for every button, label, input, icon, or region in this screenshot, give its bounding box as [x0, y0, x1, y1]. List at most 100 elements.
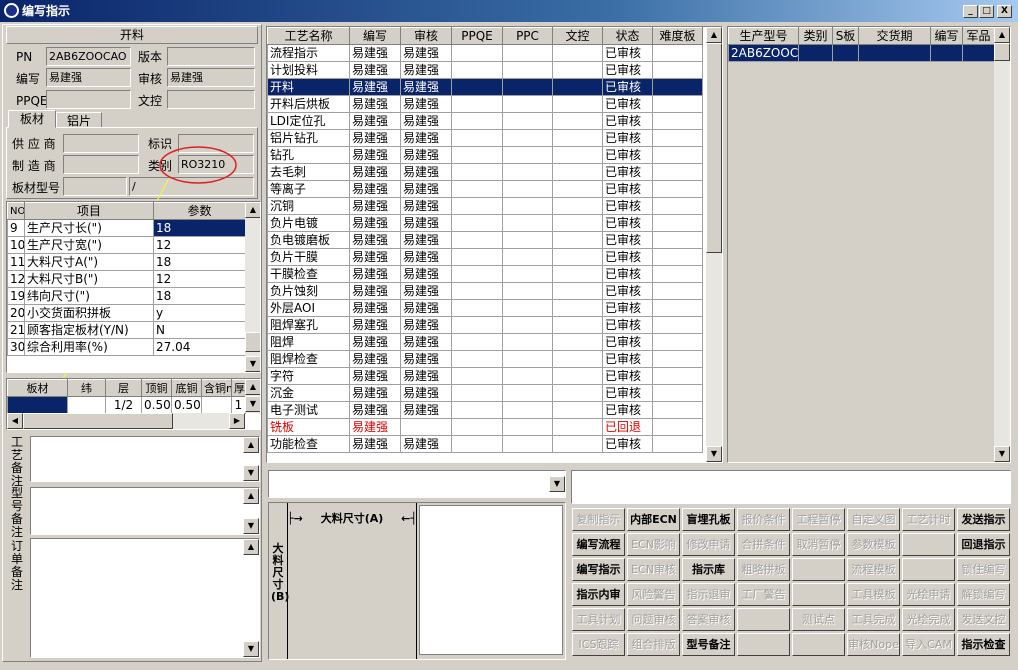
material-vscroll[interactable]: ▲ ▼	[245, 379, 260, 413]
process-row[interactable]: 钻孔 易建强 易建强 已审核	[267, 146, 703, 164]
action-button[interactable]: 发送文控	[957, 608, 1010, 631]
process-col-header[interactable]: 状态	[602, 27, 653, 45]
action-button[interactable]: 工艺计时	[902, 508, 955, 531]
material-col-header[interactable]: 厚	[231, 379, 246, 397]
action-button[interactable]: 指示库	[682, 558, 735, 581]
param-value[interactable]: 18	[153, 253, 246, 271]
process-combo[interactable]: ▼	[268, 470, 566, 498]
action-button[interactable]: 型号备注	[682, 633, 735, 656]
action-button[interactable]: ECN审核	[627, 558, 680, 581]
action-button[interactable]: 组合排版	[627, 633, 680, 656]
action-button[interactable]: 指示检查	[957, 633, 1010, 656]
action-button[interactable]: 工厂警告	[737, 583, 790, 606]
material-cell[interactable]: 1/2	[105, 396, 142, 414]
action-button[interactable]: 内部ECN	[627, 508, 680, 531]
material-cell[interactable]: 1	[231, 396, 246, 414]
order-remark-field[interactable]	[30, 538, 260, 658]
param-row[interactable]: 11 大料尺寸A(") 18	[7, 253, 246, 271]
action-button[interactable]: ECN影响	[627, 533, 680, 556]
chevron-down-icon[interactable]: ▼	[549, 476, 565, 492]
model-col-header[interactable]: 生产型号	[728, 27, 799, 45]
process-col-header[interactable]: 难度板	[652, 27, 703, 45]
process-row[interactable]: 负片干膜 易建强 易建强 已审核	[267, 248, 703, 266]
material-col-header[interactable]: 顶铜	[141, 379, 172, 397]
process-row[interactable]: 功能检查 易建强 易建强 已审核	[267, 435, 703, 453]
process-row[interactable]: 外层AOI 易建强 易建强 已审核	[267, 299, 703, 317]
action-button[interactable]: 光绘申请	[902, 583, 955, 606]
model-scrollbar[interactable]: ▲ ▼	[994, 27, 1010, 462]
process-row[interactable]: 阻焊 易建强 易建强 已审核	[267, 333, 703, 351]
param-row[interactable]: 21 顾客指定板材(Y/N) N	[7, 321, 246, 339]
action-button[interactable]	[902, 533, 955, 556]
material-cell[interactable]	[67, 396, 106, 414]
scroll-down-icon[interactable]: ▼	[245, 356, 260, 372]
scroll-thumb[interactable]	[994, 43, 1010, 61]
material-col-header[interactable]: 底铜	[171, 379, 202, 397]
action-button[interactable]: 合拼条件	[737, 533, 790, 556]
process-row[interactable]: 计划投料 易建强 易建强 已审核	[267, 61, 703, 79]
action-button[interactable]: 自定义图	[847, 508, 900, 531]
scroll-thumb[interactable]	[245, 332, 260, 352]
model-col-header[interactable]: 交货期	[858, 27, 931, 45]
param-value[interactable]: 12	[153, 236, 246, 254]
action-button[interactable]: 回退指示	[957, 533, 1010, 556]
process-remark-field[interactable]	[30, 436, 260, 482]
process-col-header[interactable]: 文控	[552, 27, 603, 45]
process-row[interactable]: 流程指示 易建强 易建强 已审核	[267, 44, 703, 62]
scroll-down-icon[interactable]: ▼	[245, 396, 260, 412]
material-hscroll[interactable]: ◀ ▶	[7, 413, 245, 429]
action-button[interactable]: 修改申请	[682, 533, 735, 556]
action-button[interactable]: 工程暂停	[792, 508, 845, 531]
process-col-header[interactable]: 编写	[349, 27, 401, 45]
model-remark-field[interactable]	[30, 487, 260, 535]
scroll-down-icon[interactable]: ▼	[994, 446, 1010, 462]
action-button[interactable]: 报价条件	[737, 508, 790, 531]
process-col-header[interactable]: 工艺名称	[267, 27, 350, 45]
model-col-header[interactable]: 编写	[930, 27, 963, 45]
action-button[interactable]: 指示退审	[682, 583, 735, 606]
process-row[interactable]: 负电镀磨板 易建强 易建强 已审核	[267, 231, 703, 249]
process-row[interactable]: 阻焊塞孔 易建强 易建强 已审核	[267, 316, 703, 334]
scroll-up-icon[interactable]: ▲	[245, 379, 260, 395]
action-button[interactable]: 工具模板	[847, 583, 900, 606]
material-cell[interactable]: 0.50	[171, 396, 202, 414]
material-col-header[interactable]: 含铜mm	[201, 379, 232, 397]
process-row[interactable]: LDI定位孔 易建强 易建强 已审核	[267, 112, 703, 130]
process-row[interactable]: 字符 易建强 易建强 已审核	[267, 367, 703, 385]
action-button[interactable]: 工具完成	[847, 608, 900, 631]
action-button[interactable]: 编写流程	[572, 533, 625, 556]
action-button[interactable]: 问题审核	[627, 608, 680, 631]
tab-board[interactable]: 板材	[8, 110, 56, 128]
process-row[interactable]: 电子测试 易建强 易建强 已审核	[267, 401, 703, 419]
process-row[interactable]: 铝片钻孔 易建强 易建强 已审核	[267, 129, 703, 147]
material-cell[interactable]	[7, 396, 68, 414]
action-button[interactable]: 答案审核	[682, 608, 735, 631]
action-button[interactable]	[902, 558, 955, 581]
action-button[interactable]	[792, 583, 845, 606]
action-button[interactable]: 导入CAM	[902, 633, 955, 656]
model-col-header[interactable]: S板	[832, 27, 859, 45]
scroll-down-icon[interactable]: ▼	[243, 465, 259, 481]
col-no[interactable]: NO	[7, 202, 25, 220]
note-input[interactable]	[571, 470, 1011, 504]
param-scrollbar[interactable]: ▲ ▼	[245, 202, 260, 372]
process-col-header[interactable]: 审核	[400, 27, 452, 45]
material-cell[interactable]: 0.50	[141, 396, 172, 414]
process-row[interactable]: 干膜检查 易建强 易建强 已审核	[267, 265, 703, 283]
param-row[interactable]: 20 小交货面积拼板 y	[7, 304, 246, 322]
process-row[interactable]: 铣板 易建强 已回退	[267, 418, 703, 436]
action-button[interactable]: 复制指示	[572, 508, 625, 531]
process-row[interactable]: 去毛刺 易建强 易建强 已审核	[267, 163, 703, 181]
param-row[interactable]: 9 生产尺寸长(") 18	[7, 219, 246, 237]
scroll-down-icon[interactable]: ▼	[243, 518, 259, 534]
col-item[interactable]: 项目	[24, 202, 154, 220]
process-row[interactable]: 等离子 易建强 易建强 已审核	[267, 180, 703, 198]
scroll-down-icon[interactable]: ▼	[706, 446, 722, 462]
action-button[interactable]: ICS跟踪	[572, 633, 625, 656]
param-row[interactable]: 19 纬向尺寸(") 18	[7, 287, 246, 305]
process-row[interactable]: 负片电镀 易建强 易建强 已审核	[267, 214, 703, 232]
action-button[interactable]: 发送指示	[957, 508, 1010, 531]
action-button[interactable]: 参数模板	[847, 533, 900, 556]
scroll-up-icon[interactable]: ▲	[243, 488, 259, 504]
process-row[interactable]: 开料 易建强 易建强 已审核	[267, 78, 703, 96]
